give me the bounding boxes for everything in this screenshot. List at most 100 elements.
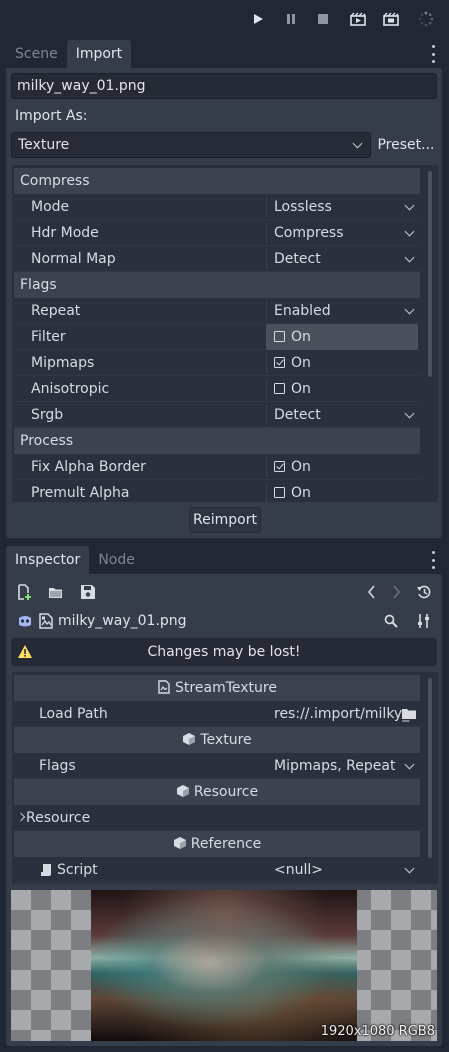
checkbox-label: On <box>291 485 311 501</box>
tab-inspector[interactable]: Inspector <box>6 546 90 574</box>
row-value: Compress <box>274 225 344 241</box>
history-back-icon[interactable] <box>366 584 378 600</box>
row-fix-alpha-border: Fix Alpha Border On <box>14 454 420 480</box>
checkbox-checked-icon <box>274 461 285 472</box>
checkbox-label: On <box>291 459 311 475</box>
inspector-list-scrollbar[interactable] <box>428 678 432 858</box>
reimport-button[interactable]: Reimport <box>189 507 261 533</box>
row-hdr-mode[interactable]: Hdr Mode Compress <box>14 220 420 246</box>
row-divider <box>266 197 267 217</box>
section-title: Reference <box>190 836 262 852</box>
chevron-right-icon <box>16 812 26 822</box>
play-icon[interactable] <box>249 10 267 28</box>
preset-button[interactable]: Preset... <box>376 132 436 158</box>
folder-icon[interactable] <box>402 707 416 723</box>
chevron-down-icon <box>404 252 415 263</box>
section-title: Resource <box>193 784 259 800</box>
row-label: Mode <box>31 199 70 215</box>
row-label: Srgb <box>31 407 64 423</box>
inspector-dock-menu-icon[interactable] <box>430 551 436 569</box>
filter-checkbox[interactable]: On <box>274 324 311 350</box>
import-as-dropdown[interactable]: Texture <box>11 132 371 158</box>
anisotropic-checkbox[interactable]: On <box>274 376 311 402</box>
fix-alpha-border-checkbox[interactable]: On <box>274 454 311 480</box>
import-file-name: milky_way_01.png <box>11 73 437 99</box>
cube-icon <box>183 733 196 745</box>
section-title: StreamTexture <box>175 680 277 696</box>
row-srgb[interactable]: Srgb Detect <box>14 402 420 428</box>
row-divider <box>266 223 267 243</box>
checkbox-unchecked-icon <box>274 487 285 498</box>
history-forward-icon[interactable] <box>390 584 402 600</box>
row-label: Normal Map <box>31 251 116 267</box>
warning-bar: Changes may be lost! <box>11 638 437 666</box>
search-icon[interactable] <box>384 614 398 628</box>
row-label: Flags <box>39 758 76 774</box>
inspector-properties-list: StreamTexture Load Path res://.import/mi… <box>12 672 438 884</box>
row-script[interactable]: Script <null> <box>14 857 420 883</box>
cube-icon <box>176 785 189 797</box>
save-icon[interactable] <box>80 584 96 600</box>
resource-name: milky_way_01.png <box>58 613 187 629</box>
row-label: Mipmaps <box>31 355 95 371</box>
section-flags: Flags <box>14 272 420 298</box>
open-folder-icon[interactable] <box>48 584 64 600</box>
row-resource-group[interactable]: Resource <box>14 805 420 831</box>
section-compress: Compress <box>14 168 420 194</box>
checkbox-label: On <box>291 381 311 397</box>
import-options-list: Compress Mode Lossless Hdr Mode Compress… <box>12 165 438 502</box>
section-texture: Texture <box>14 727 420 753</box>
texture-file-icon <box>38 613 54 629</box>
row-value: Detect <box>274 251 321 267</box>
stream-texture-icon <box>158 680 170 694</box>
warning-text: Changes may be lost! <box>147 644 301 660</box>
play-custom-scene-icon[interactable] <box>382 10 400 28</box>
loading-spinner-icon <box>417 10 435 28</box>
import-dock-menu-icon[interactable] <box>430 45 436 63</box>
object-properties-icon[interactable] <box>416 613 432 629</box>
row-load-path[interactable]: Load Path res://.import/milky_ <box>14 701 420 727</box>
mipmaps-checkbox[interactable]: On <box>274 350 311 376</box>
checkbox-unchecked-icon <box>274 331 285 342</box>
texture-preview: 1920x1080 RGB8 <box>11 890 437 1041</box>
section-stream-texture: StreamTexture <box>14 675 420 701</box>
chevron-down-icon <box>404 304 415 315</box>
row-value: Mipmaps, Repeat <box>274 758 396 774</box>
row-mode[interactable]: Mode Lossless <box>14 194 420 220</box>
play-scene-icon[interactable] <box>349 10 367 28</box>
new-resource-icon[interactable] <box>16 584 32 600</box>
row-repeat[interactable]: Repeat Enabled <box>14 298 420 324</box>
row-label: Fix Alpha Border <box>31 459 146 475</box>
row-divider <box>266 249 267 269</box>
row-normal-map[interactable]: Normal Map Detect <box>14 246 420 272</box>
chevron-down-icon <box>404 408 415 419</box>
pause-icon[interactable] <box>282 10 300 28</box>
preview-info: 1920x1080 RGB8 <box>320 1024 435 1039</box>
row-label: Script <box>57 862 98 878</box>
premult-alpha-checkbox[interactable]: On <box>274 480 311 502</box>
tab-node[interactable]: Node <box>89 546 144 574</box>
stop-icon[interactable] <box>314 10 332 28</box>
chevron-down-icon <box>404 863 415 874</box>
chevron-down-icon <box>352 138 363 149</box>
chevron-down-icon <box>404 200 415 211</box>
tab-scene[interactable]: Scene <box>6 40 67 68</box>
import-list-scrollbar[interactable] <box>428 171 432 377</box>
tab-import[interactable]: Import <box>66 40 132 68</box>
row-flags[interactable]: Flags Mipmaps, Repeat <box>14 753 420 779</box>
history-icon[interactable] <box>416 584 432 600</box>
import-dock-tabs: Scene Import <box>6 40 132 68</box>
import-as-value: Texture <box>18 137 70 153</box>
section-reference: Reference <box>14 831 420 857</box>
row-label: Resource <box>26 810 91 826</box>
script-icon <box>40 863 52 881</box>
row-label: Repeat <box>31 303 81 319</box>
section-process: Process <box>14 428 420 454</box>
section-resource: Resource <box>14 779 420 805</box>
row-anisotropic: Anisotropic On <box>14 376 420 402</box>
inspector-panel: milky_way_01.png Changes may be lost! St… <box>6 574 442 1046</box>
row-value: <null> <box>274 862 323 878</box>
row-value: Lossless <box>274 199 332 215</box>
row-label: Hdr Mode <box>31 225 99 241</box>
checkbox-checked-icon <box>274 357 285 368</box>
